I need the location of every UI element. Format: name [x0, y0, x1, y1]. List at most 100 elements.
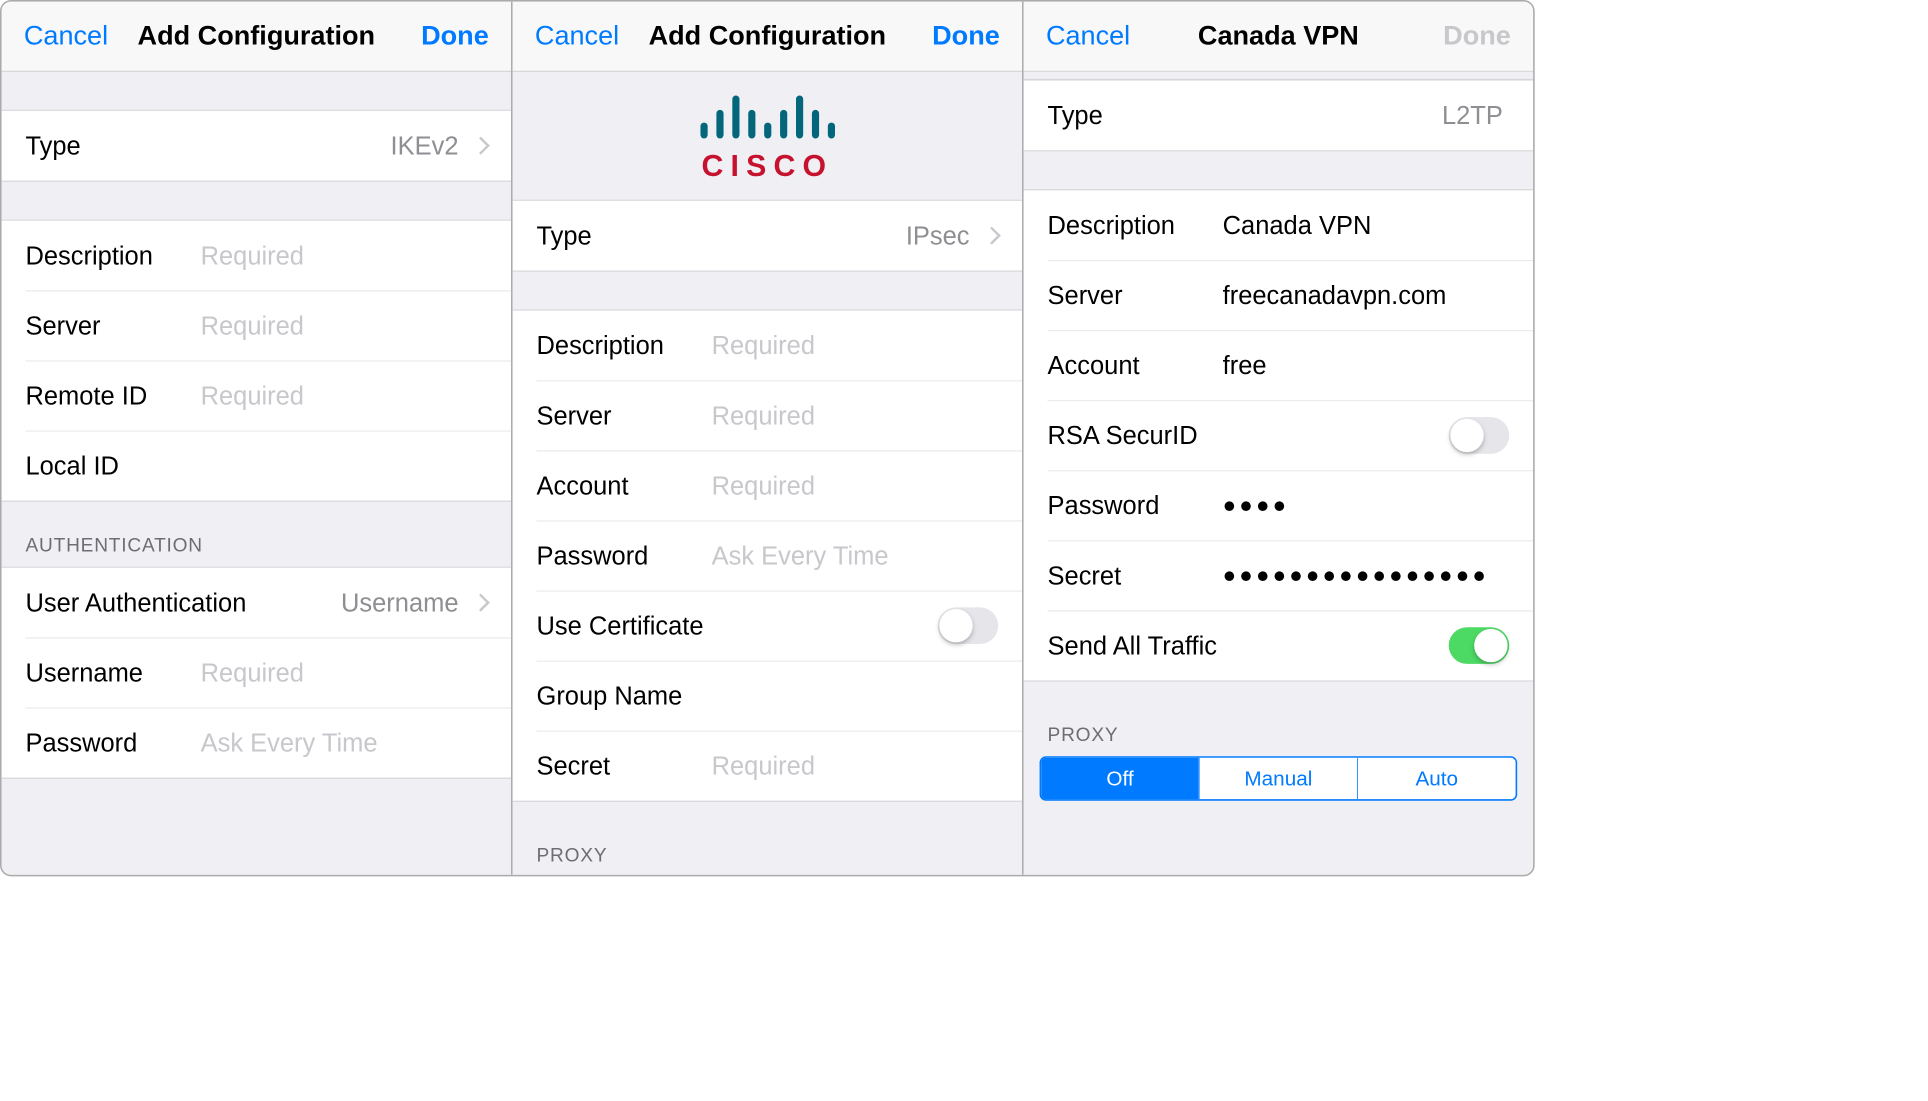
rsa-securid-row[interactable]: RSA SecurID [1024, 400, 1533, 470]
server-value: freecanadavpn.com [1223, 281, 1510, 310]
panel-ikev2: Cancel Add Configuration Done Type IKEv2… [2, 2, 513, 875]
server-label: Server [537, 401, 712, 430]
server-input[interactable] [712, 401, 1024, 430]
local-id-input[interactable] [201, 451, 513, 480]
cancel-button[interactable]: Cancel [24, 21, 120, 52]
use-certificate-row[interactable]: Use Certificate [513, 591, 1022, 661]
type-label: Type [25, 131, 80, 160]
user-auth-value: Username [341, 588, 465, 617]
group-name-label: Group Name [537, 681, 712, 710]
done-button[interactable]: Done [393, 21, 489, 52]
description-input[interactable] [712, 331, 1024, 360]
navbar: Cancel Canada VPN Done [1024, 2, 1533, 72]
panel-ipsec: Cancel Add Configuration Done CISCO Type… [513, 2, 1024, 875]
auth-header: AUTHENTICATION [2, 501, 511, 566]
type-value: L2TP [1442, 101, 1509, 130]
panel-l2tp: Cancel Canada VPN Done Type L2TP Descrip… [1024, 2, 1533, 875]
server-label: Server [25, 311, 200, 340]
chevron-right-icon [983, 227, 1001, 245]
type-label: Type [537, 221, 592, 250]
password-row[interactable]: Password ●●●● [1024, 470, 1533, 540]
cancel-button[interactable]: Cancel [535, 21, 631, 52]
done-button[interactable]: Done [1415, 21, 1511, 52]
server-row[interactable]: Server freecanadavpn.com [1024, 260, 1533, 330]
password-label: Password [537, 541, 712, 570]
proxy-seg-off[interactable]: Off [1041, 758, 1199, 799]
username-label: Username [25, 658, 200, 687]
rsa-securid-label: RSA SecurID [1048, 421, 1198, 450]
nav-title: Add Configuration [630, 21, 904, 52]
password-label: Password [25, 728, 200, 757]
type-row: Type L2TP [1024, 80, 1533, 150]
nav-title: Add Configuration [119, 21, 393, 52]
type-row[interactable]: Type IPsec [513, 201, 1022, 271]
description-row[interactable]: Description [513, 310, 1022, 380]
local-id-row[interactable]: Local ID [2, 431, 511, 501]
password-row[interactable]: Password [2, 708, 511, 778]
type-value: IKEv2 [391, 131, 465, 160]
server-label: Server [1048, 281, 1223, 310]
server-row[interactable]: Server [513, 380, 1022, 450]
secret-input[interactable] [712, 751, 1024, 780]
username-input[interactable] [201, 658, 513, 687]
cisco-logo: CISCO [513, 72, 1022, 200]
remote-id-label: Remote ID [25, 381, 200, 410]
password-value: ●●●● [1223, 493, 1290, 518]
cisco-wordmark: CISCO [702, 150, 834, 184]
description-label: Description [25, 241, 200, 270]
password-label: Password [1048, 491, 1223, 520]
rsa-securid-toggle[interactable] [1449, 417, 1509, 454]
navbar: Cancel Add Configuration Done [513, 2, 1022, 72]
description-input[interactable] [201, 241, 513, 270]
cisco-bars-icon [700, 94, 835, 139]
navbar: Cancel Add Configuration Done [2, 2, 511, 72]
secret-label: Secret [537, 751, 712, 780]
account-value: free [1223, 351, 1510, 380]
username-row[interactable]: Username [2, 638, 511, 708]
password-input[interactable] [712, 541, 1024, 570]
description-label: Description [1048, 211, 1223, 240]
type-value: IPsec [906, 221, 976, 250]
password-input[interactable] [201, 728, 513, 757]
send-all-traffic-toggle[interactable] [1449, 627, 1509, 664]
account-input[interactable] [712, 471, 1024, 500]
group-name-row[interactable]: Group Name [513, 661, 1022, 731]
chevron-right-icon [472, 594, 490, 612]
use-certificate-label: Use Certificate [537, 611, 704, 640]
proxy-header: PROXY [513, 802, 1022, 875]
send-all-traffic-label: Send All Traffic [1048, 631, 1217, 660]
secret-label: Secret [1048, 561, 1223, 590]
secret-value: ●●●●●●●●●●●●●●●● [1223, 563, 1489, 588]
user-auth-label: User Authentication [25, 588, 246, 617]
account-row[interactable]: Account free [1024, 330, 1533, 400]
server-row[interactable]: Server [2, 291, 511, 361]
secret-row[interactable]: Secret ●●●●●●●●●●●●●●●● [1024, 540, 1533, 610]
proxy-header: PROXY [1024, 681, 1533, 756]
send-all-traffic-row[interactable]: Send All Traffic [1024, 611, 1533, 681]
account-label: Account [537, 471, 712, 500]
secret-row[interactable]: Secret [513, 731, 1022, 801]
description-row[interactable]: Description [2, 220, 511, 290]
group-name-input[interactable] [712, 681, 1024, 710]
done-button[interactable]: Done [904, 21, 1000, 52]
account-label: Account [1048, 351, 1223, 380]
remote-id-input[interactable] [201, 381, 513, 410]
remote-id-row[interactable]: Remote ID [2, 361, 511, 431]
type-label: Type [1048, 101, 1103, 130]
type-row[interactable]: Type IKEv2 [2, 111, 511, 181]
description-value: Canada VPN [1223, 211, 1510, 240]
password-row[interactable]: Password [513, 521, 1022, 591]
server-input[interactable] [201, 311, 513, 340]
cancel-button[interactable]: Cancel [1046, 21, 1142, 52]
proxy-seg-manual[interactable]: Manual [1199, 758, 1357, 799]
proxy-seg-auto[interactable]: Auto [1357, 758, 1515, 799]
proxy-segmented-control[interactable]: OffManualAuto [1040, 756, 1518, 801]
description-row[interactable]: Description Canada VPN [1024, 190, 1533, 260]
account-row[interactable]: Account [513, 451, 1022, 521]
chevron-right-icon [472, 137, 490, 155]
nav-title: Canada VPN [1141, 21, 1415, 52]
description-label: Description [537, 331, 712, 360]
local-id-label: Local ID [25, 451, 200, 480]
use-certificate-toggle[interactable] [938, 607, 998, 644]
user-auth-row[interactable]: User Authentication Username [2, 568, 511, 638]
